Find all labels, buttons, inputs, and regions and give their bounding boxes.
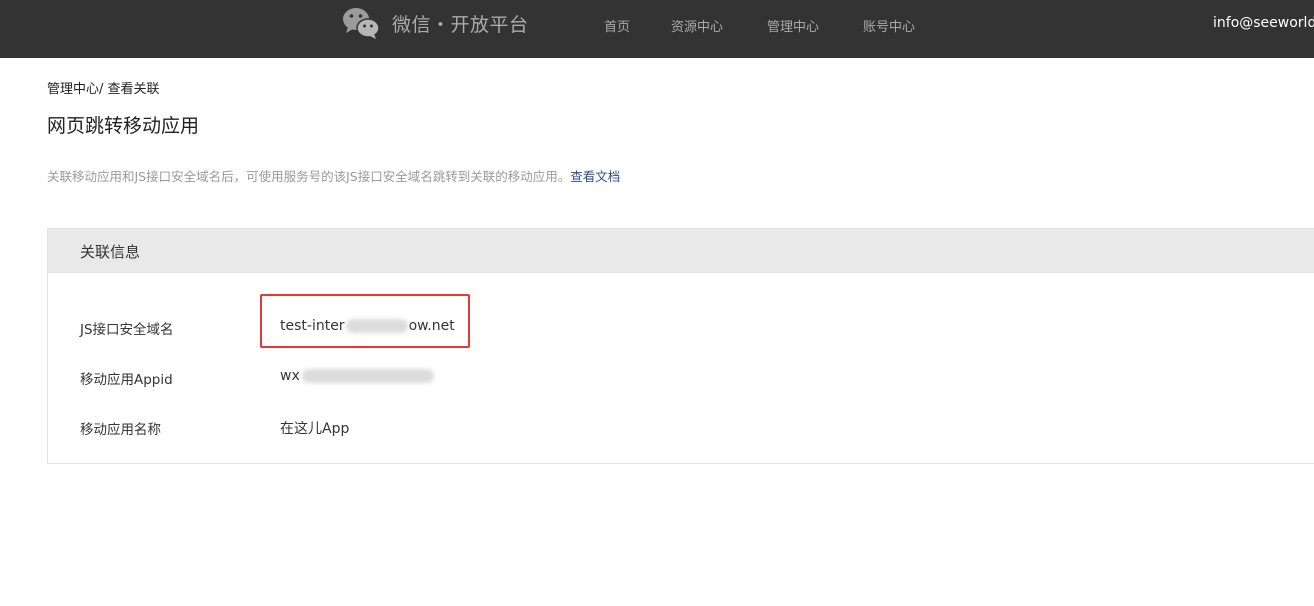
panel-title: 关联信息: [80, 243, 141, 261]
main-nav: 首页 资源中心 管理中心 账号中心: [0, 16, 1314, 35]
top-bar: 微信・开放平台 首页 资源中心 管理中心 账号中心 info@seeworld: [0, 0, 1314, 58]
highlight-annotation: [260, 294, 470, 348]
page-title: 网页跳转移动应用: [47, 115, 200, 137]
breadcrumb: 管理中心/ 查看关联: [47, 78, 160, 97]
panel-header: 关联信息: [48, 229, 1314, 273]
breadcrumb-parent[interactable]: 管理中心: [47, 82, 99, 97]
nav-resource-center[interactable]: 资源中心: [671, 16, 723, 35]
user-email[interactable]: info@seeworld: [1213, 15, 1314, 31]
appid-value: wx: [280, 368, 434, 384]
appid-prefix: wx: [280, 368, 300, 384]
breadcrumb-separator: /: [99, 82, 108, 97]
nav-account-center[interactable]: 账号中心: [863, 16, 915, 35]
nav-home[interactable]: 首页: [604, 16, 630, 35]
association-info-panel: 关联信息 JS接口安全域名 test-inter ow.net 移动应用Appid…: [47, 228, 1314, 464]
js-domain-label: JS接口安全域名: [80, 322, 174, 338]
nav-management-center[interactable]: 管理中心: [767, 16, 819, 35]
appid-label: 移动应用Appid: [80, 372, 173, 388]
breadcrumb-current: 查看关联: [107, 82, 160, 97]
app-name-value: 在这儿App: [280, 421, 350, 437]
app-name-label: 移动应用名称: [80, 422, 161, 438]
page-description: 关联移动应用和JS接口安全域名后，可使用服务号的该JS接口安全域名跳转到关联的移…: [47, 166, 620, 185]
description-text: 关联移动应用和JS接口安全域名后，可使用服务号的该JS接口安全域名跳转到关联的移…: [47, 169, 571, 184]
view-docs-link[interactable]: 查看文档: [570, 169, 620, 184]
redacted-mask: [301, 369, 434, 383]
